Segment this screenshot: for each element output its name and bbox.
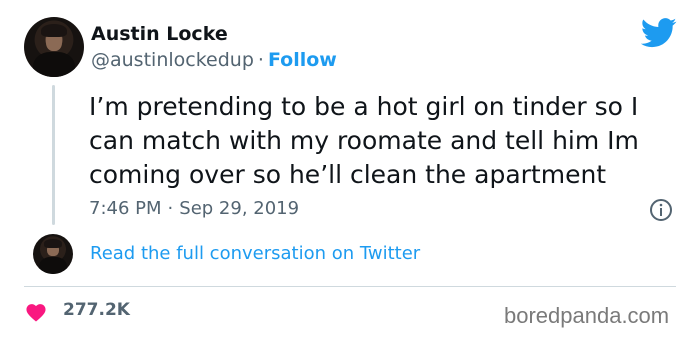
tweet-time: 7:46 PM: [89, 198, 162, 219]
author-handle-line: @austinlockedup · Follow: [91, 49, 337, 71]
follow-link[interactable]: Follow: [268, 49, 337, 71]
avatar-body: [33, 51, 75, 77]
tweet-timestamp[interactable]: 7:46 PM · Sep 29, 2019: [89, 198, 299, 219]
tweet-card: Austin Locke @austinlockedup · Follow I’m …: [0, 0, 700, 339]
tweet-text: I’m pretending to be a hot girl on tinde…: [89, 92, 639, 189]
timestamp-separator: ·: [167, 198, 174, 219]
thread-line: [52, 85, 55, 225]
author-handle[interactable]: @austinlockedup: [91, 49, 254, 71]
avatar-hair: [40, 24, 68, 38]
twitter-bird-icon[interactable]: [641, 18, 677, 48]
heart-icon[interactable]: [25, 302, 47, 322]
tweet-date: Sep 29, 2019: [179, 198, 300, 219]
author-avatar[interactable]: [24, 17, 84, 77]
info-icon[interactable]: [649, 198, 673, 222]
read-conversation-link[interactable]: Read the full conversation on Twitter: [90, 243, 420, 264]
divider: [24, 286, 676, 287]
reply-avatar[interactable]: [33, 234, 73, 274]
watermark: boredpanda.com: [504, 303, 670, 328]
likes-count[interactable]: 277.2K: [63, 300, 130, 320]
author-name[interactable]: Austin Locke: [91, 23, 228, 45]
handle-separator: ·: [257, 49, 264, 71]
avatar-body: [39, 257, 67, 274]
avatar-hair: [44, 238, 62, 248]
